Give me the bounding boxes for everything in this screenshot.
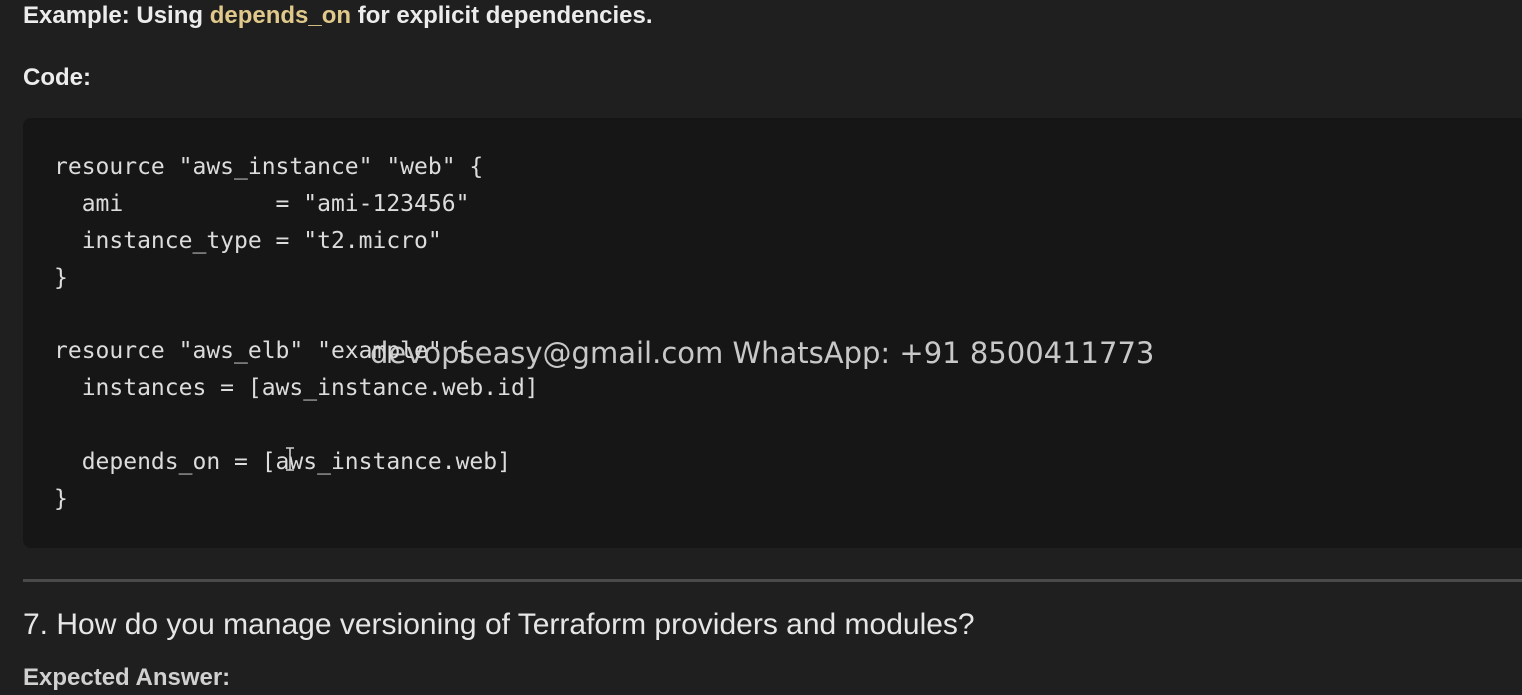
code-line: instance_type = "t2.micro" <box>54 228 442 254</box>
code-line: ami = "ami-123456" <box>54 191 470 217</box>
watermark-text: devopseasy@gmail.com WhatsApp: +91 85004… <box>370 336 1155 370</box>
code-line: resource "aws_instance" "web" { <box>54 154 484 180</box>
code-line: instances = [aws_instance.web.id] <box>54 375 539 401</box>
example-heading-suffix: for explicit dependencies. <box>351 2 653 29</box>
section-divider <box>23 579 1522 582</box>
code-line: depends_on = [aws_instance.web] <box>54 449 511 475</box>
example-heading: Example: Using depends_on for explicit d… <box>23 0 653 32</box>
code-label: Code: <box>23 64 91 91</box>
text-cursor-icon <box>286 447 294 471</box>
code-block[interactable]: resource "aws_instance" "web" { ami = "a… <box>23 118 1522 548</box>
example-heading-prefix: Example: Using <box>23 2 210 29</box>
code-line: } <box>54 265 68 291</box>
question-heading: 7. How do you manage versioning of Terra… <box>23 608 975 641</box>
expected-answer-label: Expected Answer: <box>23 664 231 691</box>
inline-code-depends-on: depends_on <box>209 2 352 29</box>
code-line: } <box>54 486 68 512</box>
